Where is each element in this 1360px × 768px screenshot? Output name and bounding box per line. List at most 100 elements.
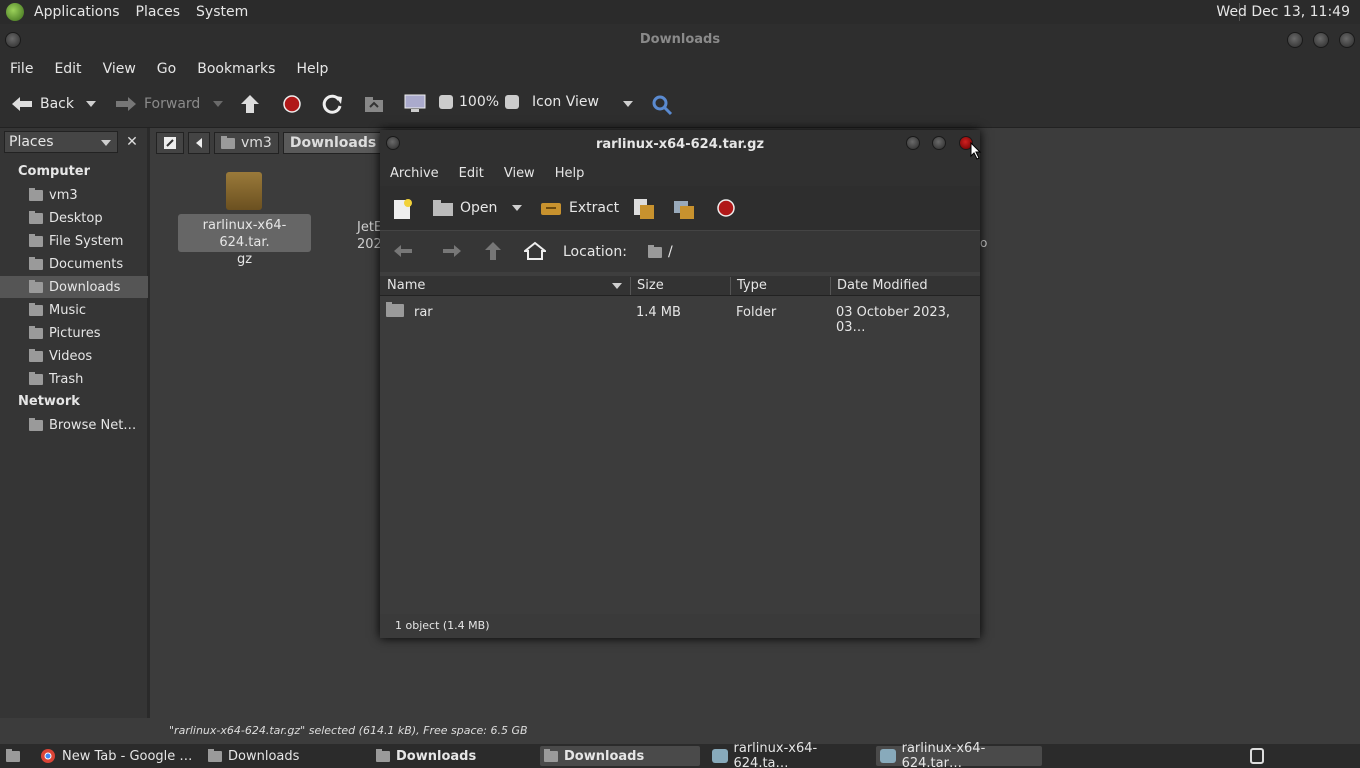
sidebar-item-documents[interactable]: Documents [0, 253, 148, 275]
workspace-switcher[interactable] [1246, 746, 1272, 766]
file-item-jetbrains[interactable]: JetE 202 [357, 219, 382, 253]
new-archive-button[interactable] [392, 198, 414, 220]
window-titlebar[interactable]: Downloads [0, 24, 1360, 56]
file-item-rarlinux[interactable]: rarlinux-x64-624.tar. gz [178, 214, 311, 267]
back-button[interactable]: Back [10, 94, 74, 114]
system-menu[interactable]: System [196, 4, 248, 20]
menu-view[interactable]: View [504, 166, 535, 181]
sidebar-type-select[interactable]: Places [4, 131, 118, 153]
archive-forward-button[interactable] [441, 242, 463, 260]
menu-archive[interactable]: Archive [390, 166, 439, 181]
show-desktop-button[interactable] [2, 746, 24, 766]
sidebar-item-label: File System [49, 233, 124, 249]
folder-icon [386, 302, 404, 321]
sort-chevron-down-icon[interactable] [612, 283, 622, 289]
open-dropdown[interactable] [512, 205, 522, 211]
stop-button[interactable] [282, 94, 302, 114]
sidebar-item-music[interactable]: Music [0, 299, 148, 321]
search-icon [652, 95, 673, 116]
sidebar-item-browse-network[interactable]: Browse Net… [0, 414, 148, 436]
sidebar-item-file-system[interactable]: File System [0, 230, 148, 252]
menu-view[interactable]: View [103, 61, 136, 77]
add-folder-button[interactable] [672, 197, 696, 221]
menu-edit[interactable]: Edit [54, 61, 81, 77]
menu-edit[interactable]: Edit [459, 166, 484, 181]
up-button[interactable] [240, 94, 260, 114]
taskbar-item-archive-1[interactable]: rarlinux-x64-624.ta… [708, 741, 868, 768]
sidebar-item-label: Documents [49, 256, 124, 272]
stop-button[interactable] [716, 198, 736, 218]
zoom-out-icon[interactable] [439, 95, 453, 109]
maximize-button[interactable] [932, 136, 946, 150]
taskbar-item-label: Downloads [228, 748, 300, 764]
sidebar-item-downloads[interactable]: Downloads [0, 276, 148, 298]
minimize-button[interactable] [1287, 32, 1303, 48]
archive-up-button[interactable] [484, 241, 502, 261]
column-header-size[interactable]: Size [637, 278, 664, 293]
view-mode-select[interactable]: Icon View [532, 94, 599, 110]
taskbar-item-downloads-3[interactable]: Downloads [540, 746, 700, 766]
taskbar-item-downloads-1[interactable]: Downloads [204, 746, 364, 766]
add-files-icon [634, 199, 654, 219]
menu-help[interactable]: Help [296, 61, 328, 77]
sidebar-item-desktop[interactable]: Desktop [0, 207, 148, 229]
zoom-control[interactable]: 100% [439, 94, 520, 110]
forward-button[interactable]: Forward [114, 94, 200, 114]
archive-titlebar[interactable]: rarlinux-x64-624.tar.gz [380, 130, 982, 160]
close-sidebar-icon[interactable]: ✕ [122, 132, 142, 152]
column-header-type[interactable]: Type [737, 278, 767, 293]
taskbar-item-label: Downloads [396, 748, 477, 764]
maximize-button[interactable] [1313, 32, 1329, 48]
path-segment-vm3[interactable]: vm3 [214, 132, 279, 154]
table-row[interactable]: rar 1.4 MB Folder 03 October 2023, 03… [380, 300, 980, 335]
sidebar-item-videos[interactable]: Videos [0, 345, 148, 367]
location-field[interactable]: / [648, 244, 673, 260]
minimize-button[interactable] [906, 136, 920, 150]
reload-button[interactable] [322, 94, 344, 114]
archive-back-button[interactable] [392, 242, 414, 260]
menu-go[interactable]: Go [157, 61, 176, 77]
forward-history-dropdown[interactable] [213, 101, 223, 107]
taskbar-item-label: rarlinux-x64-624.tar… [901, 741, 986, 768]
path-scroll-left[interactable] [188, 132, 210, 154]
column-header-date-modified[interactable]: Date Modified [837, 278, 928, 293]
taskbar-item-downloads-2[interactable]: Downloads [372, 746, 532, 766]
sidebar-group-computer: Computer [18, 164, 91, 179]
network-icon [29, 417, 43, 431]
sidebar-item-vm3[interactable]: vm3 [0, 184, 148, 206]
view-mode-dropdown[interactable] [623, 101, 633, 107]
archive-home-button[interactable] [524, 241, 546, 261]
archive-file-icon[interactable] [226, 172, 262, 210]
menu-file[interactable]: File [10, 61, 33, 77]
taskbar-item-label: New Tab - Google … [62, 748, 193, 764]
menu-bookmarks[interactable]: Bookmarks [197, 61, 275, 77]
zoom-in-icon[interactable] [505, 95, 520, 109]
sidebar-item-trash[interactable]: Trash [0, 368, 148, 390]
location-entry-toggle[interactable] [156, 132, 184, 154]
distro-logo-icon[interactable] [6, 3, 24, 21]
path-segment-downloads[interactable]: Downloads [282, 132, 384, 154]
sidebar-item-pictures[interactable]: Pictures [0, 322, 148, 344]
archive-location-bar: Location: / [380, 230, 980, 272]
computer-button[interactable] [403, 94, 427, 114]
sidebar-item-label: Downloads [49, 279, 121, 295]
home-button[interactable] [363, 94, 385, 114]
applications-menu[interactable]: Applications [34, 4, 120, 20]
menu-help[interactable]: Help [555, 166, 585, 181]
column-header-name[interactable]: Name [387, 278, 425, 293]
search-button[interactable] [651, 94, 673, 116]
archive-icon [712, 749, 728, 763]
partial-file-label: o [980, 236, 988, 250]
taskbar-item-chrome[interactable]: New Tab - Google … [36, 746, 196, 766]
taskbar-item-archive-2[interactable]: rarlinux-x64-624.tar… [876, 741, 1042, 768]
open-button[interactable]: Open [432, 198, 497, 218]
archive-file-list[interactable] [380, 296, 980, 614]
add-files-button[interactable] [632, 197, 656, 221]
reload-icon [322, 94, 342, 114]
clock[interactable]: Wed Dec 13, 11:49 [1216, 4, 1350, 20]
extract-button[interactable]: Extract [539, 198, 619, 218]
zoom-level: 100% [459, 94, 500, 110]
back-history-dropdown[interactable] [86, 101, 96, 107]
close-button[interactable] [1339, 32, 1355, 48]
places-menu[interactable]: Places [136, 4, 181, 20]
